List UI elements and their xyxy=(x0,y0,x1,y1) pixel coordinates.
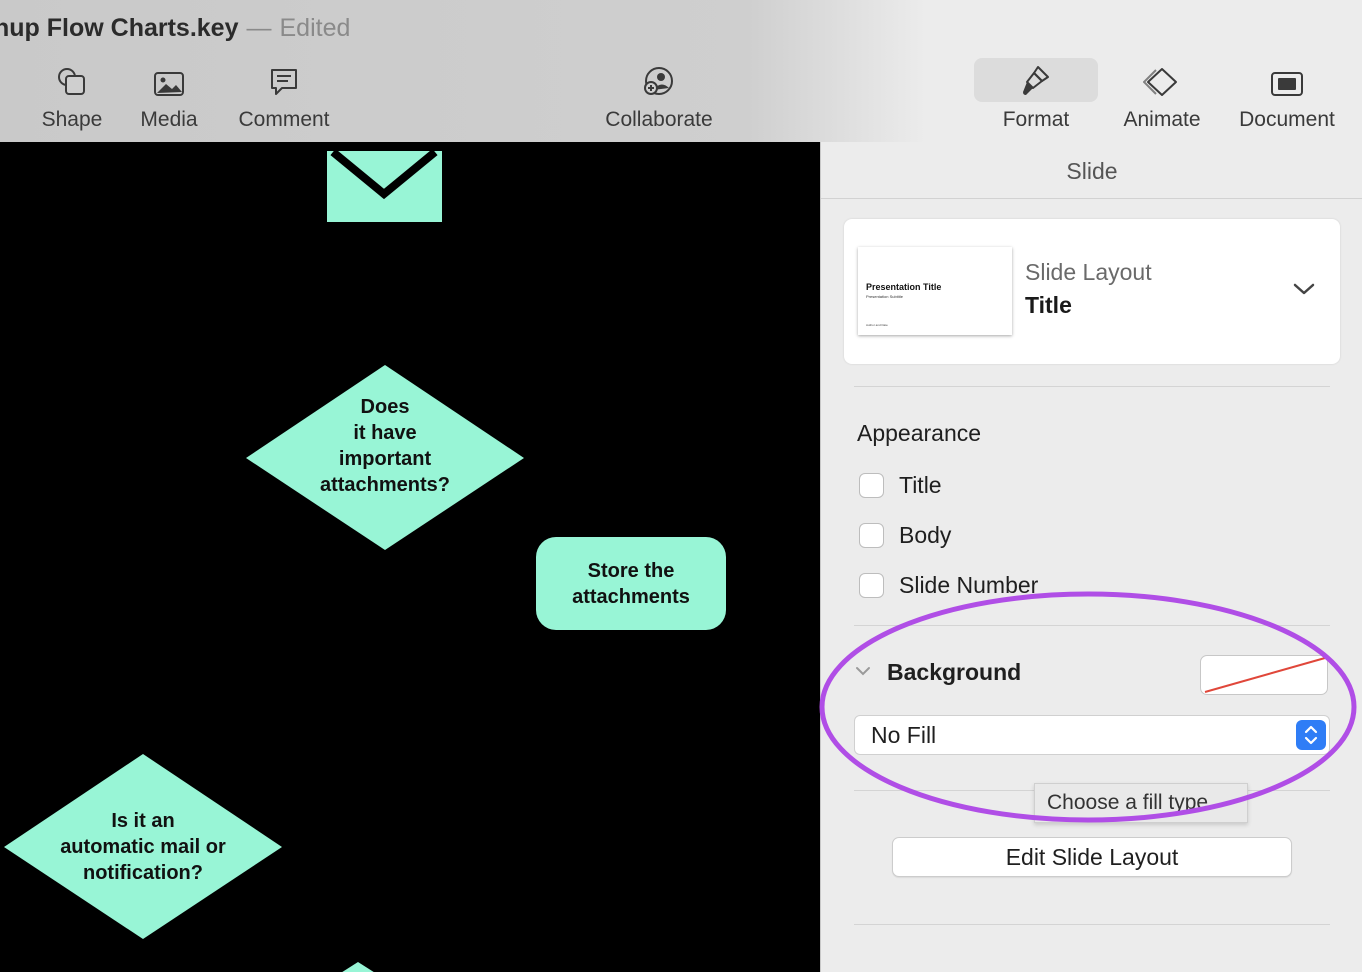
slide-layout-picker[interactable]: Presentation Title Presentation Subtitle… xyxy=(844,219,1340,364)
title-checkbox-row[interactable]: Title xyxy=(859,472,942,499)
format-inspector: Slide Presentation Title Presentation Su… xyxy=(820,142,1362,972)
body-checkbox-label: Body xyxy=(899,522,952,548)
title-checkbox-label: Title xyxy=(899,472,942,498)
slide-layout-value: Title xyxy=(1025,292,1072,318)
toolbar-shape-button[interactable]: Shape xyxy=(38,58,106,132)
fill-type-select[interactable]: No Fill xyxy=(854,715,1330,755)
document-icon xyxy=(1232,58,1342,98)
toolbar-format-button[interactable]: Format xyxy=(974,58,1098,132)
slide-number-checkbox-label: Slide Number xyxy=(899,572,1039,598)
up-down-chevron-icon[interactable] xyxy=(1296,720,1326,750)
envelope-shape[interactable] xyxy=(327,142,442,222)
divider xyxy=(854,924,1330,925)
divider xyxy=(854,386,1330,387)
toolbar-shape-label: Shape xyxy=(41,108,103,131)
edited-status: Edited xyxy=(279,14,351,42)
toolbar-collaborate-label: Collaborate xyxy=(605,108,713,131)
media-icon xyxy=(135,58,203,98)
toolbar-animate-button[interactable]: Animate xyxy=(1119,58,1205,132)
disclosure-chevron-icon[interactable] xyxy=(854,664,872,683)
paintbrush-icon xyxy=(999,58,1073,98)
background-heading[interactable]: Background xyxy=(887,659,1021,686)
body-checkbox-row[interactable]: Body xyxy=(859,522,951,549)
slide-layout-label: Slide Layout xyxy=(1025,259,1152,285)
toolbar-document-label: Document xyxy=(1239,108,1335,131)
fill-type-value: No Fill xyxy=(871,722,937,748)
thumbnail-author: Author and Date xyxy=(866,323,888,327)
collaborate-icon xyxy=(598,58,720,98)
document-name: nup Flow Charts.key xyxy=(0,14,239,42)
store-attachments-text: Store the attachments xyxy=(572,560,690,608)
comment-icon xyxy=(232,58,336,98)
diamond-shape-partial[interactable] xyxy=(336,962,380,972)
thumbnail-title: Presentation Title xyxy=(866,282,942,292)
body-checkbox[interactable] xyxy=(859,523,884,548)
toolbar-media-label: Media xyxy=(140,108,198,131)
fill-type-tooltip: Choose a fill type xyxy=(1034,783,1248,823)
layout-thumbnail: Presentation Title Presentation Subtitle… xyxy=(858,247,1012,335)
diamond-attachments-text: Does it have important attachments? xyxy=(319,396,451,496)
automatic-mail-text: Is it an automatic mail or notification? xyxy=(60,810,226,884)
background-color-well[interactable] xyxy=(1200,655,1328,695)
inspector-tab-slide[interactable]: Slide xyxy=(821,142,1362,199)
toolbar-collaborate-button[interactable]: Collaborate xyxy=(598,58,720,132)
thumbnail-subtitle: Presentation Subtitle xyxy=(866,294,903,299)
appearance-heading: Appearance xyxy=(857,420,982,446)
toolbar-format-label: Format xyxy=(1002,108,1070,131)
shape-icon xyxy=(38,58,106,98)
title-checkbox[interactable] xyxy=(859,473,884,498)
slide-number-checkbox[interactable] xyxy=(859,573,884,598)
toolbar-comment-button[interactable]: Comment xyxy=(232,58,336,132)
toolbar: nup Flow Charts.key—Edited t Shape Media… xyxy=(0,0,1362,143)
chevron-down-icon[interactable] xyxy=(1292,281,1316,302)
toolbar-animate-label: Animate xyxy=(1123,108,1201,131)
toolbar-media-button[interactable]: Media xyxy=(135,58,203,132)
slide-canvas[interactable]: Does it have important attachments? Stor… xyxy=(0,142,820,972)
toolbar-comment-label: Comment xyxy=(238,108,330,131)
title-dash: — xyxy=(246,14,272,42)
document-title: nup Flow Charts.key — Edited xyxy=(0,14,350,43)
toolbar-document-button[interactable]: Document xyxy=(1232,58,1342,132)
edit-slide-layout-button[interactable]: Edit Slide Layout xyxy=(892,837,1292,877)
slide-number-checkbox-row[interactable]: Slide Number xyxy=(859,572,1038,599)
divider xyxy=(854,625,1330,626)
animate-icon xyxy=(1119,58,1205,98)
